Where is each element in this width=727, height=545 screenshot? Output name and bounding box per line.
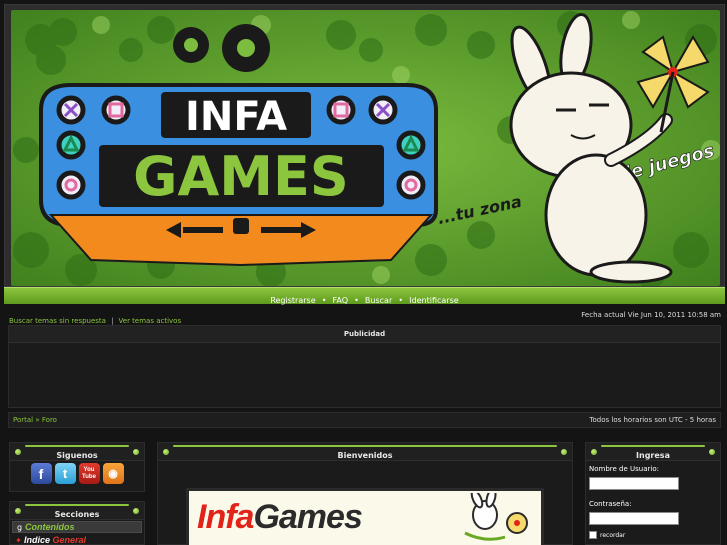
login-title: Ingresa <box>636 451 670 460</box>
contenidos-icon: g <box>16 522 23 532</box>
breadcrumb-portal[interactable]: Portal <box>13 416 33 424</box>
advertising-title: Publicidad <box>9 326 720 343</box>
login-header: Ingresa <box>586 443 720 461</box>
bunny-flower-icon <box>464 493 528 541</box>
remember-checkbox[interactable] <box>589 531 597 539</box>
breadcrumb-foro[interactable]: Foro <box>42 416 57 424</box>
welcome-logo-text: InfaGames <box>197 498 363 536</box>
current-date: Fecha actual Vie Jun 10, 2011 10:58 am <box>581 311 721 319</box>
active-topics-link[interactable]: Ver temas activos <box>119 317 182 325</box>
breadcrumb-links: Portal » Foro <box>13 413 57 428</box>
sections-panel: Secciones g Contenidos ✦ Indice General <box>9 501 145 545</box>
breadcrumb-arrow: » <box>35 416 40 424</box>
header-banner: INFA GAMES ...tu zona de juegos <box>4 4 725 287</box>
banner-image[interactable]: INFA GAMES ...tu zona de juegos <box>11 10 720 286</box>
nav-separator: • <box>321 296 327 305</box>
indice-icon: ✦ <box>15 535 22 545</box>
main-navbar: Registrarse • FAQ • Buscar • Identificar… <box>4 287 725 305</box>
follow-us-title: Siguenos <box>56 451 98 460</box>
link-divider: | <box>111 317 114 325</box>
timezone-note: Todos los horarios son UTC - 5 horas <box>589 416 716 424</box>
username-label: Nombre de Usuario: <box>589 465 659 473</box>
nav-search-link[interactable]: Buscar <box>365 296 392 305</box>
rss-icon[interactable]: ◉ <box>102 463 124 484</box>
follow-us-header: Siguenos <box>10 443 144 461</box>
login-form: Nombre de Usuario: Contraseña: recordar <box>586 464 720 539</box>
bullet-icon <box>133 508 139 514</box>
facebook-icon[interactable]: f <box>30 463 52 484</box>
welcome-header: Bienvenidos <box>158 443 572 461</box>
bullet-icon <box>163 449 169 455</box>
unanswered-topics-link[interactable]: Buscar temas sin respuesta <box>9 317 106 325</box>
header-accent-bar <box>25 504 129 506</box>
nav-separator: • <box>398 296 404 305</box>
password-label: Contraseña: <box>589 500 632 508</box>
bullet-icon <box>591 449 597 455</box>
twitter-icon[interactable]: t <box>54 463 76 484</box>
remember-row: recordar <box>589 531 720 539</box>
nav-faq-link[interactable]: FAQ <box>333 296 349 305</box>
info-row: Buscar temas sin respuesta | Ver temas a… <box>4 308 725 325</box>
page: INFA GAMES ...tu zona de juegos Registra… <box>0 0 727 545</box>
bullet-icon <box>15 449 21 455</box>
bullet-icon <box>561 449 567 455</box>
welcome-title: Bienvenidos <box>337 451 393 460</box>
section-label: Contenidos <box>25 522 75 532</box>
username-field[interactable] <box>589 477 679 490</box>
nav-separator: • <box>354 296 359 305</box>
follow-us-panel: Siguenos f t You Tube ◉ <box>9 442 145 492</box>
section-item-indice-general[interactable]: ✦ Indice General <box>12 534 142 545</box>
section-label: Indice General <box>24 535 87 545</box>
header-accent-bar <box>601 445 705 447</box>
header-accent-bar <box>173 445 557 447</box>
banner-logo-infa: INFA <box>185 94 287 140</box>
header-accent-bar <box>25 445 129 447</box>
nav-login-link[interactable]: Identificarse <box>409 296 459 305</box>
nav-register-link[interactable]: Registrarse <box>270 296 315 305</box>
breadcrumb: Portal » Foro Todos los horarios son UTC… <box>8 412 721 428</box>
section-item-contenidos[interactable]: g Contenidos <box>12 521 142 533</box>
advertising-panel: Publicidad <box>8 325 721 408</box>
bullet-icon <box>133 449 139 455</box>
youtube-icon[interactable]: You Tube <box>78 463 100 484</box>
welcome-image: InfaGames <box>186 488 544 545</box>
bullet-icon <box>709 449 715 455</box>
remember-label: recordar <box>600 531 626 539</box>
welcome-panel: Bienvenidos InfaGames <box>157 442 573 545</box>
banner-logo-games: GAMES <box>133 145 349 208</box>
login-panel: Ingresa Nombre de Usuario: Contraseña: r… <box>585 442 721 545</box>
password-field[interactable] <box>589 512 679 525</box>
sections-title: Secciones <box>54 510 100 519</box>
social-icons: f t You Tube ◉ <box>10 463 144 484</box>
bullet-icon <box>15 508 21 514</box>
sections-header: Secciones <box>10 502 144 520</box>
